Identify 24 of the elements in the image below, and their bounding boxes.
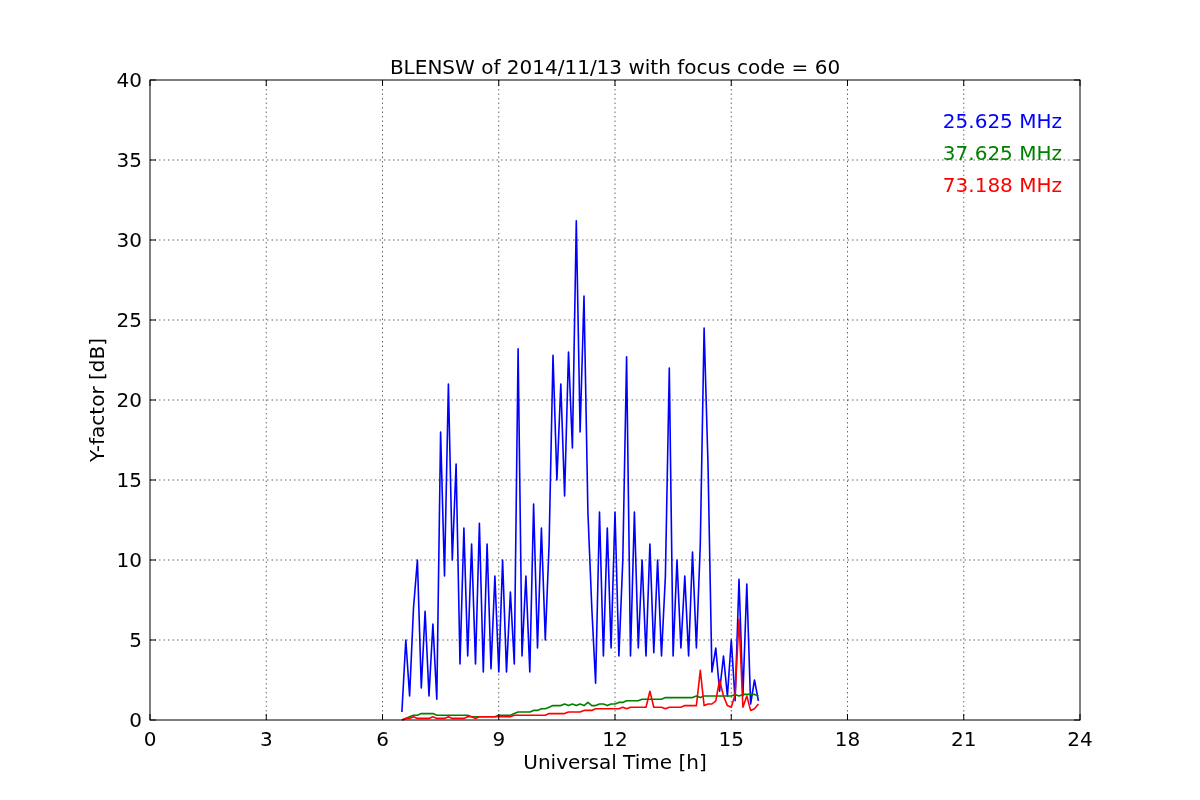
y-tick-label: 30	[116, 228, 142, 252]
y-tick-label: 20	[116, 388, 142, 412]
y-axis-label: Y-factor [dB]	[85, 338, 109, 462]
y-tick-label: 25	[116, 308, 142, 332]
legend-label: 37.625 MHz	[942, 141, 1062, 165]
chart-title: BLENSW of 2014/11/13 with focus code = 60	[389, 55, 841, 79]
x-tick-label: 0	[143, 727, 157, 751]
y-tick-label: 0	[129, 708, 142, 732]
legend-label: 73.188 MHz	[942, 173, 1062, 197]
legend-label: 25.625 MHz	[942, 109, 1062, 133]
y-tick-label: 10	[116, 548, 142, 572]
y-tick-label: 40	[116, 68, 142, 92]
x-tick-label: 3	[259, 727, 273, 751]
x-tick-label: 15	[718, 727, 744, 751]
y-tick-label: 35	[116, 148, 142, 172]
x-tick-label: 21	[951, 727, 977, 751]
x-axis-label: Universal Time [h]	[523, 750, 707, 774]
y-tick-label: 5	[129, 628, 142, 652]
x-tick-label: 18	[834, 727, 861, 751]
x-tick-label: 6	[376, 727, 389, 751]
x-tick-label: 24	[1067, 727, 1093, 751]
x-tick-label: 9	[492, 727, 506, 751]
y-tick-label: 15	[116, 468, 142, 492]
x-tick-label: 12	[602, 727, 628, 751]
